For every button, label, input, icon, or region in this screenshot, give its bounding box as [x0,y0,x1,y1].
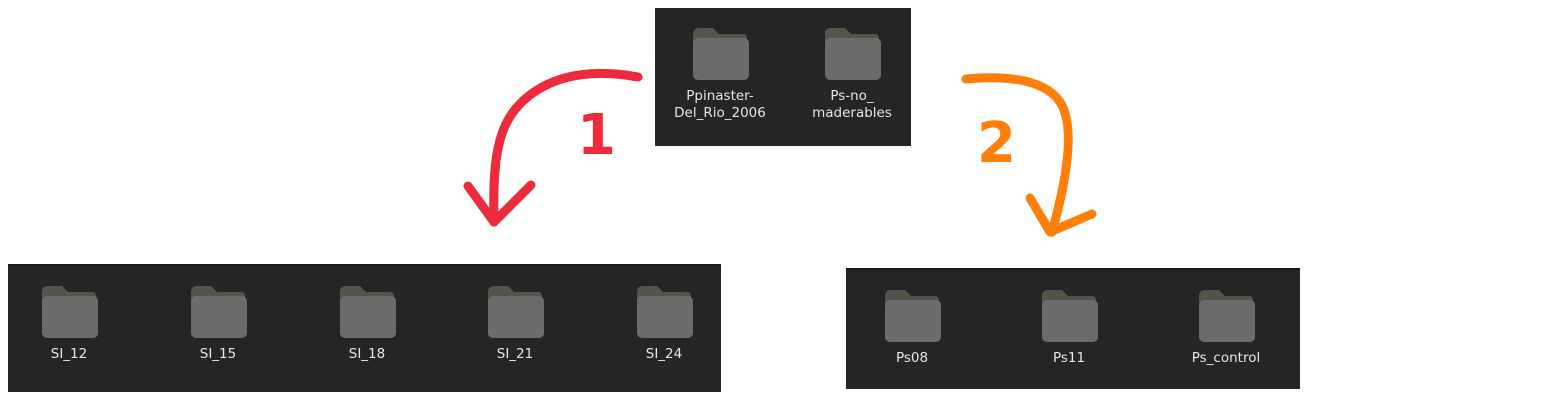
folder-ppinaster[interactable]: Ppinaster- Del_Rio_2006 [660,26,780,122]
diagram-stage: Ppinaster- Del_Rio_2006 Ps-no_ maderable… [0,0,1541,407]
folder-si-12[interactable]: SI_12 [9,284,129,363]
red-arrowhead-1 [463,180,536,227]
folder-icon [1199,290,1255,342]
folder-label: SI_15 [199,346,237,362]
folder-ps-control[interactable]: Ps_control [1166,288,1286,367]
step-1-folder-panel: SI_12 SI_15 SI_18 SI_21 SI_24 [8,264,721,392]
folder-icon [637,286,693,338]
folder-icon [42,286,98,338]
folder-label: Ps11 [1052,350,1086,366]
folder-label: SI_12 [50,346,88,362]
folder-icon [191,286,247,338]
folder-label: Ps-no_ maderables [812,88,892,121]
folder-si-24[interactable]: SI_24 [604,284,724,363]
folder-ps11[interactable]: Ps11 [1009,288,1129,367]
folder-si-18[interactable]: SI_18 [307,284,427,363]
folder-ps-no-maderables[interactable]: Ps-no_ maderables [792,26,912,122]
step-1-number: 1 [577,103,616,168]
folder-label: SI_21 [496,346,534,362]
step-2-number: 2 [977,111,1016,176]
folder-icon [488,286,544,338]
folder-icon [1042,290,1098,342]
folder-ps08[interactable]: Ps08 [852,288,972,367]
source-folder-panel: Ppinaster- Del_Rio_2006 Ps-no_ maderable… [655,8,911,146]
folder-label: Ps08 [895,350,929,366]
folder-label: Ps_control [1191,350,1261,366]
folder-icon [885,290,941,342]
folder-icon [340,286,396,338]
folder-icon [693,28,749,80]
folder-si-15[interactable]: SI_15 [158,284,278,363]
red-arrow-1 [489,69,643,227]
folder-label: SI_18 [348,346,386,362]
orange-arrowhead-2 [1025,193,1097,237]
folder-label: SI_24 [645,346,683,362]
folder-label: Ppinaster- Del_Rio_2006 [674,88,766,121]
step-2-folder-panel: Ps08 Ps11 Ps_control [846,268,1300,389]
folder-icon [825,28,881,80]
folder-si-21[interactable]: SI_21 [455,284,575,363]
